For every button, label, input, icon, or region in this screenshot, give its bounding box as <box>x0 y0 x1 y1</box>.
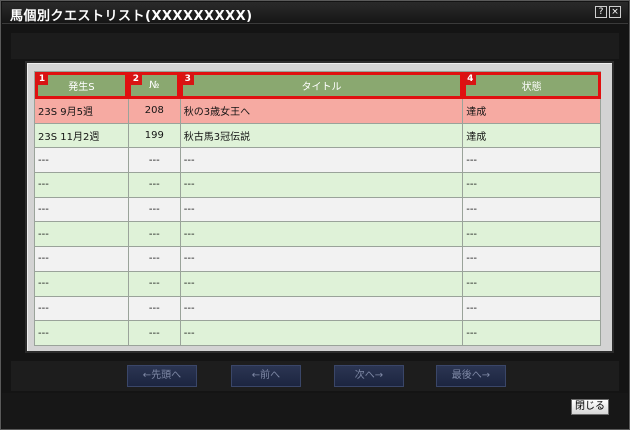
column-header-occurrence[interactable]: 1 発生S <box>34 71 129 99</box>
cell-occurrence: --- <box>34 221 129 248</box>
cell-occurrence: 23S 9月5週 <box>34 98 129 124</box>
cell-number: --- <box>127 270 181 297</box>
column-header-number[interactable]: 2 № <box>127 71 181 99</box>
column-header-label: タイトル <box>301 81 342 93</box>
close-button[interactable]: 閉じる <box>571 399 609 415</box>
marker-badge: 3 <box>181 73 194 85</box>
cell-occurrence: --- <box>34 147 129 174</box>
cell-title: --- <box>179 172 464 198</box>
last-page-button[interactable]: 最後へ→ <box>436 365 506 387</box>
cell-status: 達成 <box>462 122 601 149</box>
cell-number: 208 <box>127 98 181 124</box>
table-header-row: 1 発生S 2 № 3 タイトル 4 状態 <box>34 71 601 99</box>
cell-number: --- <box>127 172 181 198</box>
table-row[interactable]: --- --- --- --- <box>34 246 601 272</box>
cell-occurrence: --- <box>34 270 129 297</box>
marker-badge: 1 <box>36 73 48 85</box>
column-header-label: № <box>149 79 160 91</box>
cell-title: 秋の3歳女王へ <box>179 98 464 124</box>
cell-number: --- <box>127 295 181 322</box>
first-page-button[interactable]: ←先頭へ <box>127 365 197 387</box>
quest-table: 1 発生S 2 № 3 タイトル 4 状態 23S 9月5週 208 秋の3歳女… <box>34 71 601 346</box>
pagination-bar <box>11 361 619 391</box>
title-bar[interactable]: 馬個別クエストリスト(XXXXXXXXX) ? × <box>2 2 628 24</box>
cell-number: --- <box>127 196 181 223</box>
help-icon[interactable]: ? <box>595 6 607 18</box>
close-icon[interactable]: × <box>609 6 621 18</box>
table-row[interactable]: --- --- --- --- <box>34 221 601 248</box>
cell-title: --- <box>179 246 464 272</box>
window-title: 馬個別クエストリスト(XXXXXXXXX) <box>10 9 253 24</box>
cell-number: --- <box>127 246 181 272</box>
column-header-label: 状態 <box>521 81 542 93</box>
table-row[interactable]: 23S 9月5週 208 秋の3歳女王へ 達成 <box>34 98 601 124</box>
table-row[interactable]: --- --- --- --- <box>34 270 601 297</box>
cell-occurrence: --- <box>34 320 129 346</box>
cell-number: --- <box>127 221 181 248</box>
cell-status: --- <box>462 295 601 322</box>
cell-title: --- <box>179 320 464 346</box>
cell-title: 秋古馬3冠伝説 <box>179 122 464 149</box>
marker-badge: 4 <box>464 73 477 85</box>
quest-list-window: 馬個別クエストリスト(XXXXXXXXX) ? × 1 発生S 2 № 3 タイ… <box>0 0 630 430</box>
cell-title: --- <box>179 196 464 223</box>
table-row[interactable]: --- --- --- --- <box>34 172 601 198</box>
next-page-button[interactable]: 次へ→ <box>334 365 404 387</box>
cell-title: --- <box>179 270 464 297</box>
table-row[interactable]: --- --- --- --- <box>34 320 601 346</box>
cell-status: --- <box>462 270 601 297</box>
upper-band <box>11 33 619 59</box>
cell-number: --- <box>127 147 181 174</box>
table-row[interactable]: 23S 11月2週 199 秋古馬3冠伝説 達成 <box>34 122 601 149</box>
table-row[interactable]: --- --- --- --- <box>34 147 601 174</box>
cell-occurrence: --- <box>34 172 129 198</box>
cell-status: --- <box>462 172 601 198</box>
cell-status: --- <box>462 320 601 346</box>
cell-status: --- <box>462 147 601 174</box>
cell-status: --- <box>462 221 601 248</box>
cell-occurrence: --- <box>34 295 129 322</box>
cell-status: --- <box>462 196 601 223</box>
cell-occurrence: 23S 11月2週 <box>34 122 129 149</box>
cell-occurrence: --- <box>34 246 129 272</box>
marker-badge: 2 <box>129 73 142 85</box>
column-header-title[interactable]: 3 タイトル <box>179 71 464 99</box>
cell-title: --- <box>179 147 464 174</box>
prev-page-button[interactable]: ←前へ <box>231 365 301 387</box>
column-header-label: 発生S <box>68 81 95 93</box>
cell-title: --- <box>179 221 464 248</box>
cell-title: --- <box>179 295 464 322</box>
cell-occurrence: --- <box>34 196 129 223</box>
cell-status: 達成 <box>462 98 601 124</box>
cell-status: --- <box>462 246 601 272</box>
cell-number: --- <box>127 320 181 346</box>
table-row[interactable]: --- --- --- --- <box>34 196 601 223</box>
table-row[interactable]: --- --- --- --- <box>34 295 601 322</box>
footer-bar <box>2 393 628 429</box>
cell-number: 199 <box>127 122 181 149</box>
column-header-status[interactable]: 4 状態 <box>462 71 601 99</box>
